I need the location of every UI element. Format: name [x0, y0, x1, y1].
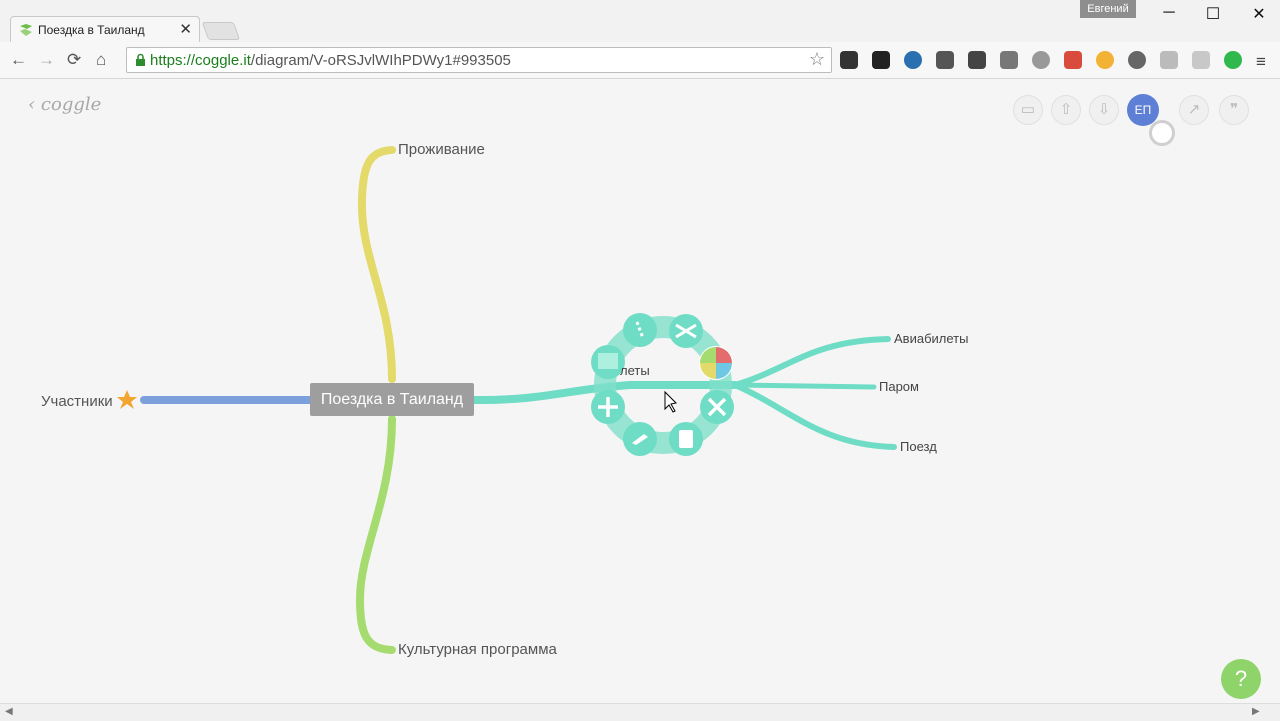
extension-8-icon[interactable]	[1064, 51, 1082, 69]
browser-toolbar: ← → ⟳ ⌂ https://coggle.it/diagram/V-oRSJ…	[0, 42, 1280, 79]
help-button[interactable]: ?	[1221, 659, 1261, 699]
lock-icon	[136, 53, 145, 66]
scroll-right-icon[interactable]: ▶	[1252, 706, 1260, 717]
browser-tab[interactable]: Поездка в Таиланд ✕	[10, 16, 200, 43]
node-kulturnaya[interactable]: Культурная программа	[398, 641, 557, 658]
node-poezd[interactable]: Поезд	[900, 439, 937, 454]
new-tab-button[interactable]	[201, 22, 241, 40]
forward-button[interactable]: →	[38, 50, 55, 70]
branch-parom	[732, 382, 877, 390]
extension-11-icon[interactable]	[1160, 51, 1178, 69]
profile-button[interactable]: Евгений	[1080, 0, 1136, 18]
coggle-canvas[interactable]: ‹ coggle ▭ ⇧ ⇩ ЕП ↗ ❞ Поездка в Таиланд …	[0, 79, 1280, 703]
back-button[interactable]: ←	[10, 50, 27, 70]
extension-2-icon[interactable]	[872, 51, 890, 69]
address-bar[interactable]: https://coggle.it/diagram/V-oRSJvlWIhPDW…	[126, 47, 832, 73]
menu-button[interactable]: ≡	[1256, 52, 1266, 72]
branch-kulturnaya	[355, 415, 396, 654]
reload-button[interactable]: ⟳	[67, 50, 81, 70]
extension-5-icon[interactable]	[968, 51, 986, 69]
horizontal-scrollbar[interactable]: ◀ ▶	[0, 703, 1280, 721]
tab-close-icon[interactable]: ✕	[179, 20, 192, 38]
extension-10-icon[interactable]	[1128, 51, 1146, 69]
node-uchastniki[interactable]: Участники	[41, 393, 113, 410]
close-window-button[interactable]: ✕	[1245, 4, 1273, 24]
branch-proživanie	[357, 146, 396, 383]
favicon-icon	[20, 24, 32, 36]
maximize-button[interactable]: ☐	[1199, 4, 1227, 24]
drive-icon[interactable]	[1192, 51, 1210, 69]
extension-1-icon[interactable]	[840, 51, 858, 69]
url-text: https://coggle.it/diagram/V-oRSJvlWIhPDW…	[150, 52, 511, 69]
central-node[interactable]: Поездка в Таиланд	[310, 383, 474, 416]
title-bar: Поездка в Таиланд ✕ Евгений ─ ☐ ✕	[0, 0, 1280, 43]
minimize-button[interactable]: ─	[1155, 4, 1183, 22]
extension-3-icon[interactable]	[904, 51, 922, 69]
globe-icon[interactable]	[1032, 51, 1050, 69]
mouse-cursor	[664, 390, 678, 413]
extension-4-icon[interactable]	[936, 51, 954, 69]
node-bilety[interactable]: леты	[620, 363, 650, 378]
node-aviabilety[interactable]: Авиабилеты	[894, 331, 968, 346]
check-icon[interactable]	[1224, 51, 1242, 69]
bookmark-star-icon[interactable]: ☆	[809, 49, 825, 70]
tab-title: Поездка в Таиланд	[38, 23, 145, 37]
node-prozhivanie[interactable]: Проживание	[398, 141, 485, 158]
extension-9-icon[interactable]	[1096, 51, 1114, 69]
node-parom[interactable]: Паром	[879, 379, 919, 394]
branch-avia	[732, 336, 891, 388]
home-button[interactable]: ⌂	[96, 50, 106, 70]
mindmap-diagram	[117, 146, 897, 654]
scroll-left-icon[interactable]: ◀	[5, 706, 13, 717]
branch-poezd	[732, 382, 897, 450]
star-badge-icon	[117, 390, 137, 409]
camera-icon[interactable]	[1000, 51, 1018, 69]
